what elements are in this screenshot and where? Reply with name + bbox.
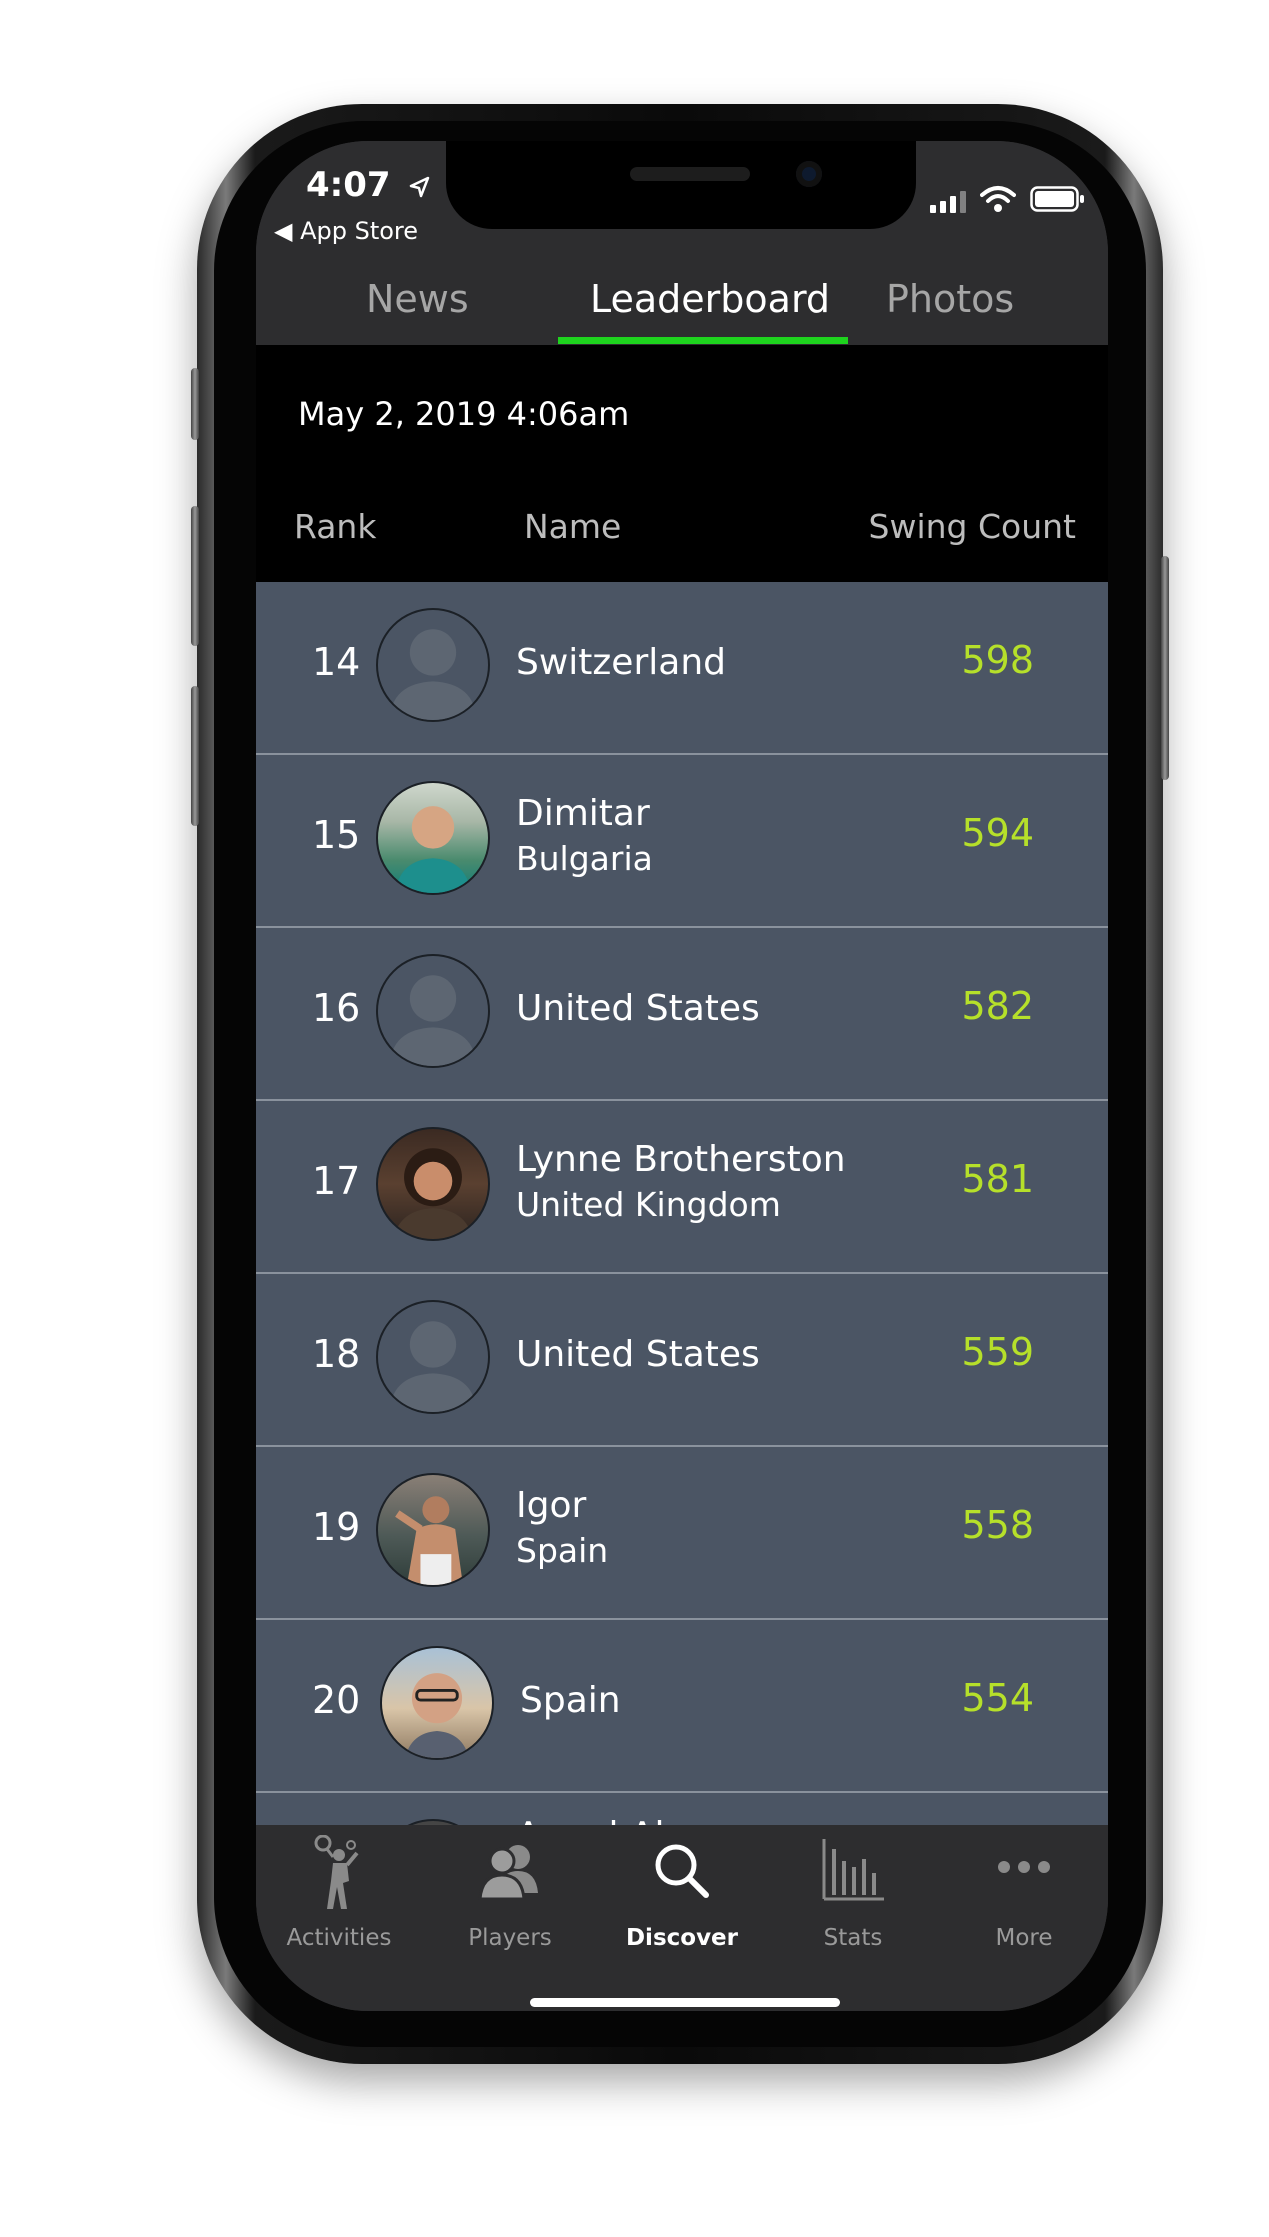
tab-discover-label: Discover [625,1925,739,1951]
player-name: Dimitar [516,793,650,834]
rank-number: 16 [312,986,361,1030]
active-tab-indicator [558,337,848,344]
leaderboard-list: 14 Switzerland 598 15 Dimitar Bulgaria 5… [256,582,1108,1825]
power-button [1161,556,1169,780]
tab-leaderboard[interactable]: Leaderboard [590,277,830,321]
placeholder-avatar [376,1300,490,1414]
volume-up-button [191,506,199,646]
player-country: Spain [516,1531,609,1570]
rank-number: 18 [312,1332,361,1376]
leaderboard-row[interactable]: 17 Lynne Brotherston United Kingdom 581 [256,1101,1108,1274]
swing-count: 598 [961,638,1034,682]
tab-stats[interactable]: Stats [773,1835,933,1951]
column-header-rank: Rank [294,507,377,546]
player-country: Bulgaria [516,839,653,878]
battery-icon [1030,186,1084,212]
speaker-grille [630,167,750,181]
front-camera [796,161,822,187]
search-icon [655,1844,709,1898]
tab-more[interactable]: More [944,1835,1104,1951]
tennis-player-icon [314,1835,359,1909]
leaderboard-row[interactable]: 15 Dimitar Bulgaria 594 [256,755,1108,928]
swing-count: 558 [961,1503,1034,1547]
photo-avatar [376,1127,490,1241]
time-label: 4:07 [306,165,391,205]
volume-down-button [191,686,199,826]
player-country: United States [516,1334,760,1375]
rank-number: 19 [312,1505,361,1549]
tab-more-label: More [995,1925,1053,1951]
wifi-icon [980,186,1016,212]
photo-avatar [380,1646,494,1760]
leaderboard-date: May 2, 2019 4:06am [298,395,630,433]
player-country: United States [516,988,760,1029]
home-indicator[interactable] [530,1998,840,2007]
location-arrow-icon [410,176,430,197]
leaderboard-row[interactable]: Angel Alonso [256,1793,1108,1825]
bottom-tab-bar: Activities Players Discover Stats More [256,1825,1108,2011]
swing-count: 582 [961,984,1034,1028]
phone-screen: 4:07 ◀ App Store News Leaderboard Photos… [256,141,1108,2011]
tab-discover[interactable]: Discover [602,1835,762,1951]
rank-number: 15 [312,813,361,857]
leaderboard-content[interactable]: May 2, 2019 4:06am Rank Name Swing Count… [256,345,1108,1825]
placeholder-avatar [376,608,490,722]
player-country: United Kingdom [516,1185,781,1224]
bar-chart-icon [822,1839,884,1901]
placeholder-avatar [376,954,490,1068]
player-name: Angel Alonso [516,1815,750,1825]
rank-number: 20 [312,1678,361,1722]
tab-activities-label: Activities [286,1925,392,1951]
swing-count: 594 [961,811,1034,855]
tab-news[interactable]: News [366,277,469,321]
column-header-name: Name [524,507,622,546]
tab-activities[interactable]: Activities [259,1835,419,1951]
more-dots-icon [998,1861,1050,1873]
swing-count: 554 [961,1676,1034,1720]
player-country: Spain [520,1680,621,1721]
rank-number: 14 [312,640,361,684]
cellular-signal-icon [930,189,966,213]
status-icons [930,183,1086,213]
player-country: Switzerland [516,642,726,683]
rank-number: 17 [312,1159,361,1203]
tab-players-label: Players [468,1925,552,1951]
tab-stats-label: Stats [823,1925,883,1951]
top-tab-bar: News Leaderboard Photos [256,273,1108,345]
photo-avatar [376,1473,490,1587]
leaderboard-row[interactable]: 20 Spain 554 [256,1620,1108,1793]
leaderboard-row[interactable]: 19 Igor Spain 558 [256,1447,1108,1620]
leaderboard-row[interactable]: 16 United States 582 [256,928,1108,1101]
swing-count: 581 [961,1157,1034,1201]
leaderboard-row[interactable]: 14 Switzerland 598 [256,582,1108,755]
player-name: Lynne Brotherston [516,1139,846,1180]
tab-photos[interactable]: Photos [886,277,1014,321]
column-header-swing-count: Swing Count [868,507,1076,546]
swing-count: 559 [961,1330,1034,1374]
leaderboard-row[interactable]: 18 United States 559 [256,1274,1108,1447]
status-bar: 4:07 ◀ App Store [256,141,1108,273]
players-icon [478,1845,538,1901]
back-to-app-store[interactable]: ◀ App Store [274,217,418,245]
player-name: Igor [516,1485,587,1526]
silent-switch [191,368,199,440]
photo-avatar [376,781,490,895]
status-time: 4:07 [306,165,432,205]
tab-players[interactable]: Players [430,1835,590,1951]
notch [446,141,916,229]
